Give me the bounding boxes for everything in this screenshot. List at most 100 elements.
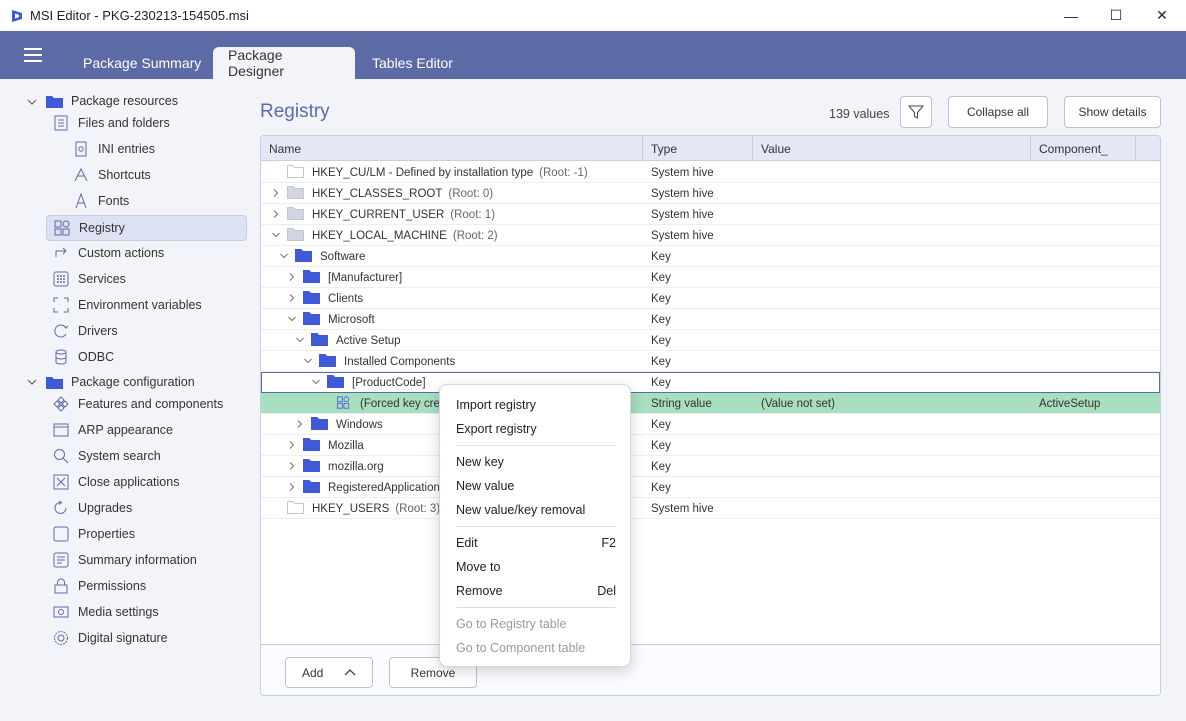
name-cell: HKEY_CU/LM - Defined by installation typ… [287, 162, 588, 183]
tab-package-designer[interactable]: Package Designer [213, 47, 355, 79]
add-button[interactable]: Add [285, 657, 373, 688]
row-name: (Forced key crea [360, 397, 447, 410]
row-name: RegisteredApplications [328, 481, 446, 494]
registry-value-icon [335, 395, 360, 412]
sidebar-item-summary-information[interactable]: Summary information [52, 547, 197, 573]
menu-item-remove[interactable]: Remove Del [456, 580, 616, 602]
folder-icon [319, 353, 344, 370]
sidebar-item-features-and-components[interactable]: Features and components [52, 391, 223, 417]
sidebar-item-shortcuts[interactable]: Shortcuts [72, 162, 151, 188]
chevron-right-icon[interactable] [288, 294, 296, 302]
menu-item-go-to-component-table[interactable]: Go to Component table [456, 637, 616, 659]
column-header-type[interactable]: Type [643, 136, 753, 161]
sidebar-item-fonts[interactable]: Fonts [72, 188, 129, 214]
table-row[interactable]: (Forced key crea String value (Value not s… [261, 393, 1160, 414]
table-row[interactable]: Installed Components Key [261, 351, 1160, 372]
ini-file-icon [72, 140, 90, 158]
menu-item-new-value-key-removal[interactable]: New value/key removal [456, 499, 616, 521]
column-header-name[interactable]: Name [261, 136, 643, 161]
chevron-down-icon[interactable] [27, 97, 37, 107]
hamburger-menu-icon[interactable] [24, 48, 42, 62]
chevron-down-icon[interactable] [288, 315, 296, 323]
table-row[interactable]: RegisteredApplications Key [261, 477, 1160, 498]
column-header-component[interactable]: Component_ [1031, 136, 1136, 161]
table-row[interactable]: HKEY_LOCAL_MACHINE (Root: 2) System hive [261, 225, 1160, 246]
table-row[interactable]: HKEY_CU/LM - Defined by installation typ… [261, 162, 1160, 183]
menu-item-new-value[interactable]: New value [456, 475, 616, 497]
chevron-down-icon[interactable] [312, 378, 320, 386]
tab-tables-editor[interactable]: Tables Editor [357, 47, 468, 79]
folder-icon [327, 374, 352, 391]
sidebar-item-media-settings[interactable]: Media settings [52, 599, 159, 625]
chevron-down-icon[interactable] [304, 357, 312, 365]
filter-icon [908, 105, 924, 119]
row-name: [ProductCode] [352, 376, 426, 389]
chevron-right-icon[interactable] [296, 420, 304, 428]
document-icon [52, 114, 70, 132]
sidebar-item-drivers[interactable]: Drivers [52, 318, 118, 344]
type-cell: String value [651, 397, 712, 410]
chevron-right-icon[interactable] [272, 189, 280, 197]
sidebar-item-properties[interactable]: Properties [52, 521, 135, 547]
chevron-right-icon[interactable] [288, 441, 296, 449]
window-title: MSI Editor - PKG-230213-154505.msi [30, 8, 249, 23]
chevron-down-icon[interactable] [272, 231, 280, 239]
table-row[interactable]: HKEY_CURRENT_USER (Root: 1) System hive [261, 204, 1160, 225]
collapse-all-button[interactable]: Collapse all [948, 96, 1048, 128]
close-button[interactable]: ✕ [1139, 0, 1185, 31]
table-row[interactable]: [ProductCode] Key [261, 372, 1160, 393]
table-row[interactable]: Active Setup Key [261, 330, 1160, 351]
sidebar-item-label: Close applications [78, 475, 180, 489]
minimize-button[interactable]: — [1048, 0, 1094, 31]
chevron-right-icon[interactable] [288, 462, 296, 470]
tab-package-summary[interactable]: Package Summary [68, 47, 216, 79]
sidebar-item-files-and-folders[interactable]: Files and folders [52, 110, 170, 136]
filter-button[interactable] [900, 96, 932, 128]
hive-folder-icon [287, 164, 312, 181]
row-name: Installed Components [344, 355, 456, 368]
menu-item-edit[interactable]: Edit F2 [456, 532, 616, 554]
chevron-right-icon[interactable] [288, 273, 296, 281]
folder-icon [303, 458, 328, 475]
column-header-value[interactable]: Value [753, 136, 1031, 161]
chevron-down-icon[interactable] [296, 336, 304, 344]
sidebar-item-custom-actions[interactable]: Custom actions [52, 240, 164, 266]
type-cell: Key [651, 313, 671, 326]
sidebar-item-environment-variables[interactable]: Environment variables [52, 292, 202, 318]
sidebar-item-permissions[interactable]: Permissions [52, 573, 146, 599]
table-row[interactable]: Mozilla Key [261, 435, 1160, 456]
hive-folder-icon [287, 185, 312, 202]
sidebar-item-registry[interactable]: Registry [46, 215, 247, 241]
sidebar-item-upgrades[interactable]: Upgrades [52, 495, 132, 521]
chevron-down-icon[interactable] [27, 377, 37, 387]
chevron-down-icon[interactable] [280, 252, 288, 260]
sidebar-item-services[interactable]: Services [52, 266, 126, 292]
table-row[interactable]: Windows Key [261, 414, 1160, 435]
table-row[interactable]: Microsoft Key [261, 309, 1160, 330]
menu-item-go-to-registry-table[interactable]: Go to Registry table [456, 613, 616, 635]
sidebar-item-odbc[interactable]: ODBC [52, 344, 114, 370]
close-icon: ✕ [1156, 7, 1168, 23]
table-row[interactable]: [Manufacturer] Key [261, 267, 1160, 288]
table-row[interactable]: HKEY_CLASSES_ROOT (Root: 0) System hive [261, 183, 1160, 204]
sidebar-item-digital-signature[interactable]: Digital signature [52, 625, 168, 651]
sidebar-item-arp-appearance[interactable]: ARP appearance [52, 417, 173, 443]
row-name: HKEY_CURRENT_USER [312, 208, 445, 221]
media-icon [52, 603, 70, 621]
table-row[interactable]: HKEY_USERS (Root: 3) System hive [261, 498, 1160, 519]
chevron-right-icon[interactable] [288, 483, 296, 491]
sidebar-item-close-applications[interactable]: Close applications [52, 469, 179, 495]
table-row[interactable]: Software Key [261, 246, 1160, 267]
menu-item-import-registry[interactable]: Import registry [456, 394, 616, 416]
table-row[interactable]: Clients Key [261, 288, 1160, 309]
maximize-button[interactable]: ☐ [1093, 0, 1139, 31]
name-cell: [ProductCode] [327, 372, 426, 393]
menu-item-move-to[interactable]: Move to [456, 556, 616, 578]
menu-item-new-key[interactable]: New key [456, 451, 616, 473]
menu-item-export-registry[interactable]: Export registry [456, 418, 616, 440]
show-details-button[interactable]: Show details [1064, 96, 1161, 128]
chevron-right-icon[interactable] [272, 210, 280, 218]
table-row[interactable]: mozilla.org Key [261, 456, 1160, 477]
sidebar-item-system-search[interactable]: System search [52, 443, 161, 469]
sidebar-item-ini-entries[interactable]: INI entries [72, 136, 155, 162]
